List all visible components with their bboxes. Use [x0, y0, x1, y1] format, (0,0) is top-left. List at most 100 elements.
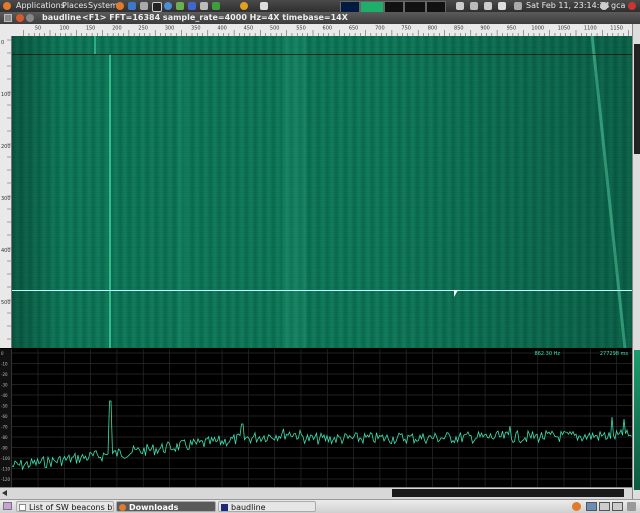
ruler-label: 250: [138, 26, 148, 32]
horizontal-scrollbar[interactable]: [0, 487, 632, 499]
db-label: -20: [1, 372, 8, 377]
time-ruler-label: 400: [1, 248, 11, 254]
carrier-line: [109, 54, 111, 348]
spectrum-db-scale: 0 -10 -20 -30 -40 -50 -60 -70 -80 -90 -100 -110 -120: [0, 349, 12, 487]
system-menu[interactable]: System: [88, 0, 118, 12]
firefox-launcher-icon[interactable]: [116, 2, 124, 10]
close-icon[interactable]: [16, 14, 24, 22]
document-icon: [19, 504, 26, 511]
workspace-3[interactable]: [612, 502, 623, 511]
waterfall-spectrogram[interactable]: [12, 36, 632, 348]
time-ruler-label: 200: [1, 144, 11, 150]
time-ruler[interactable]: 0 100 200 300 400 500: [0, 36, 12, 348]
mail-status-icon[interactable]: [514, 2, 522, 10]
gear-launcher-icon[interactable]: [240, 2, 248, 10]
ruler-label: 800: [428, 26, 438, 32]
scroll-left-arrow[interactable]: [2, 490, 7, 496]
help-launcher-icon[interactable]: [164, 2, 172, 10]
db-label: -40: [1, 393, 8, 398]
user-icon: [600, 2, 608, 10]
tray-firefox-icon[interactable]: [572, 502, 581, 511]
mail-launcher-icon[interactable]: [128, 2, 136, 10]
bluetooth-icon[interactable]: [470, 2, 478, 10]
ruler-label: 350: [191, 26, 201, 32]
ruler-label: 1050: [558, 26, 571, 32]
vertical-scrollbar[interactable]: [632, 24, 640, 502]
applications-menu[interactable]: Applications: [16, 0, 65, 12]
right-edge-carrier: [590, 36, 627, 348]
network-icon[interactable]: [484, 2, 492, 10]
mouse-pointer-icon: [454, 290, 458, 297]
ruler-label: 1000: [531, 26, 544, 32]
level-meter: [634, 350, 640, 490]
clock[interactable]: Sat Feb 11, 23:14:34: [526, 0, 610, 12]
time-ruler-label: 300: [1, 196, 11, 202]
db-label: -90: [1, 446, 8, 451]
places-menu[interactable]: Places: [62, 0, 87, 12]
text-editor-launcher-icon[interactable]: [140, 2, 148, 10]
taskbar-item-beacons[interactable]: List of SW beacons by ...: [16, 501, 114, 512]
show-desktop-icon[interactable]: [3, 502, 12, 510]
user-name[interactable]: gca: [611, 0, 625, 12]
cursor-line: [12, 290, 632, 291]
ruler-label: 950: [507, 26, 517, 32]
db-label: 0: [1, 351, 4, 356]
volume-icon[interactable]: [498, 2, 506, 10]
db-label: -30: [1, 383, 8, 388]
time-divider-line: [12, 54, 632, 55]
ruler-label: 1150: [610, 26, 623, 32]
ruler-label: 400: [217, 26, 227, 32]
ruler-label: 500: [270, 26, 280, 32]
time-ruler-label: 500: [1, 300, 11, 306]
taskbar-item-downloads[interactable]: Downloads: [116, 501, 216, 512]
x-launcher-icon[interactable]: [176, 2, 184, 10]
ruler-label: 450: [244, 26, 254, 32]
ubuntu-logo-icon[interactable]: [3, 2, 11, 10]
window-menu-icon[interactable]: [4, 14, 12, 22]
ruler-label: 100: [60, 26, 70, 32]
window-title: baudline: [42, 13, 82, 22]
a-launcher-icon[interactable]: [188, 2, 196, 10]
readout-frequency: 862.30 Hz: [535, 351, 561, 357]
screenshot-launcher-icon[interactable]: [260, 2, 268, 10]
db-label: -70: [1, 425, 8, 430]
hscroll-thumb[interactable]: [392, 489, 624, 497]
carrier-line-top: [94, 36, 96, 54]
ruler-label: 50: [35, 26, 41, 32]
bright-band: [282, 36, 306, 348]
window-title-bar[interactable]: baudline <F1> FFT=16384 sample_rate=4000…: [0, 12, 640, 24]
baudline-icon: [221, 504, 228, 511]
db-label: -110: [1, 467, 11, 472]
taskbar-item-baudline[interactable]: baudline: [218, 501, 316, 512]
db-label: -10: [1, 362, 8, 367]
terminal-launcher-icon[interactable]: [152, 2, 162, 12]
window-status: <F1> FFT=16384 sample_rate=4000 Hz=4X ti…: [82, 13, 348, 22]
scrollbar-thumb[interactable]: [634, 44, 640, 154]
bright-band-2: [178, 36, 186, 348]
bottom-taskbar: List of SW beacons by ... Downloads baud…: [0, 499, 640, 513]
db-label: -50: [1, 404, 8, 409]
keyboard-icon[interactable]: [456, 2, 464, 10]
db-label: -80: [1, 435, 8, 440]
ruler-label: 850: [454, 26, 464, 32]
trash-icon[interactable]: [627, 502, 636, 511]
ruler-label: 650: [349, 26, 359, 32]
minimize-icon[interactable]: [26, 14, 34, 22]
ruler-label: 900: [480, 26, 490, 32]
spectrum-display[interactable]: 862.30 Hz 277298 ms: [12, 349, 632, 487]
ruler-label: 150: [86, 26, 96, 32]
ruler-label: 600: [323, 26, 333, 32]
app-launcher-icon[interactable]: [212, 2, 220, 10]
db-label: -100: [1, 456, 11, 461]
db-label: -120: [1, 477, 11, 482]
workspace-2[interactable]: [599, 502, 610, 511]
workspace-1[interactable]: [586, 502, 597, 511]
readout-sample: 277298 ms: [600, 351, 629, 357]
ruler-label: 750: [401, 26, 411, 32]
top-panel: Applications Places System Sat Feb 11, 2…: [0, 0, 640, 13]
power-icon[interactable]: [628, 2, 636, 10]
network-launcher-icon[interactable]: [200, 2, 208, 10]
ruler-label: 300: [165, 26, 175, 32]
ruler-label: 700: [375, 26, 385, 32]
time-ruler-label: 0: [1, 40, 4, 46]
